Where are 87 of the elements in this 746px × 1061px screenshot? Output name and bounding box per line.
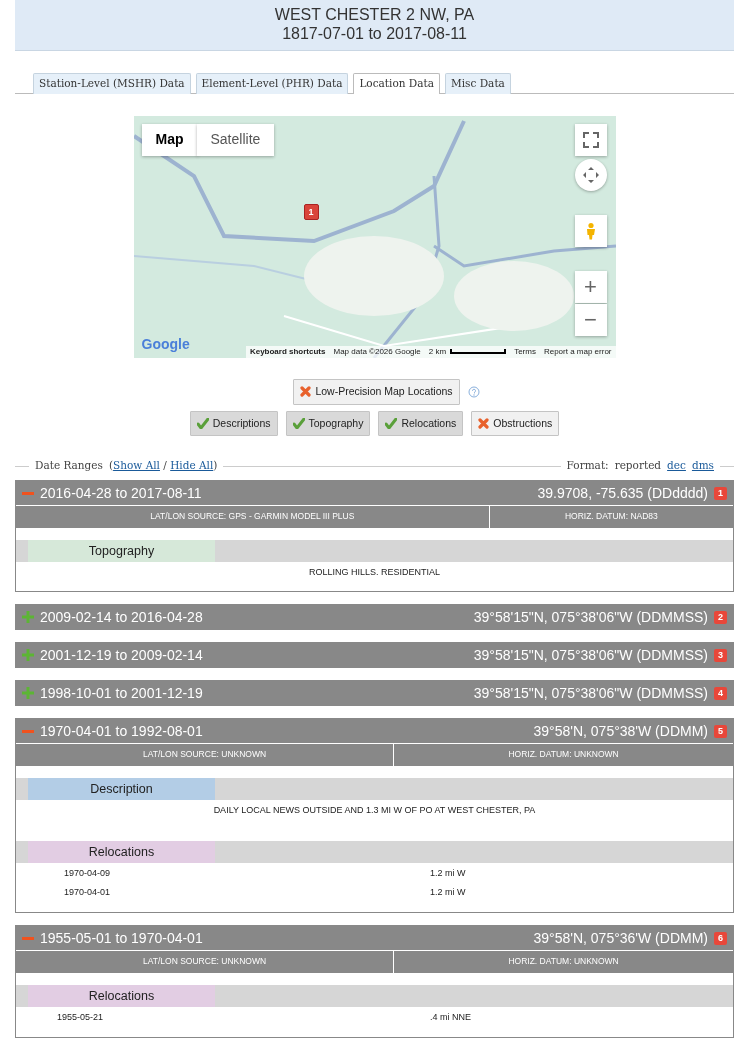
horizontal-datum: HORIZ. DATUM: UNKNOWN: [393, 743, 733, 766]
map-footer-link[interactable]: Report a map error: [543, 345, 612, 358]
date-range: 1998-10-01 to 2001-12-19: [40, 683, 203, 703]
map-marker[interactable]: 1: [303, 203, 319, 220]
map-placeholder[interactable]: Map Satellite 1 + − Google Keyboard shortcuts Map data ©2026 Google 2 km Terms Report a map error: [133, 115, 616, 358]
show-hide-links: (Show All / Hide All): [108, 458, 218, 474]
period-of-record: 1817-07-01 to 2017-08-11: [281, 24, 468, 43]
section-heading: Topography: [28, 539, 215, 562]
zoom-out-button[interactable]: −: [574, 303, 607, 336]
fullscreen-button[interactable]: [574, 123, 607, 156]
marker-badge: 1: [714, 486, 727, 500]
tab[interactable]: Element-Level (PHR) Data: [195, 73, 349, 94]
format-option[interactable]: reported: [614, 458, 662, 474]
date-range: 1970-04-01 to 1992-08-01: [40, 721, 203, 741]
plus-icon: [22, 687, 34, 699]
cross-icon: [300, 386, 312, 398]
relocation-distance: 1.2 mi W: [429, 867, 467, 880]
map-type-button[interactable]: Satellite: [196, 123, 275, 156]
plus-icon: [22, 611, 34, 623]
horizontal-datum: HORIZ. DATUM: NAD83: [489, 505, 733, 528]
marker-badge: 4: [714, 686, 727, 700]
filter-toggle[interactable]: Descriptions: [189, 410, 278, 437]
format-label: Format:: [566, 458, 609, 474]
cross-icon: [478, 417, 490, 429]
scale-bar: [450, 349, 507, 355]
range-header[interactable]: 2001-12-19 to 2009-02-14 39°58'15"N, 075°38'06"W (DDMMSS) 3: [16, 643, 733, 667]
check-icon: [292, 417, 305, 429]
range-header[interactable]: 1998-10-01 to 2001-12-19 39°58'15"N, 075°38'06"W (DDMMSS) 4: [16, 681, 733, 705]
date-ranges-label: Date Ranges: [35, 458, 103, 474]
map-footer-link[interactable]: Keyboard shortcuts: [249, 345, 326, 358]
coordinates: 39.9708, -75.635 (DDdddd): [537, 483, 708, 503]
tab[interactable]: Location Data: [353, 73, 440, 94]
coordinates: 39°58'N, 075°36'W (DDMM): [533, 928, 708, 948]
relocation-date: 1970-04-09: [63, 867, 112, 880]
map-logo: Google: [141, 334, 190, 354]
coordinates: 39°58'N, 075°38'W (DDMM): [533, 721, 708, 741]
date-range: 2016-04-28 to 2017-08-11: [40, 483, 202, 503]
marker-badge: 5: [714, 724, 727, 738]
format-link[interactable]: dms: [691, 458, 714, 474]
date-range: 1955-05-01 to 1970-04-01: [40, 928, 203, 948]
section-heading: Relocations: [28, 984, 215, 1007]
hide-all-link[interactable]: Hide All: [170, 459, 214, 472]
show-all-link[interactable]: Show All: [113, 459, 160, 472]
marker-badge: 6: [714, 931, 727, 945]
map-type-button[interactable]: Map: [141, 123, 198, 156]
latlon-source: LAT/LON SOURCE: GPS - GARMIN MODEL III PLUS: [16, 505, 490, 528]
pan-icon: [581, 165, 600, 184]
date-range: 2009-02-14 to 2016-04-28: [40, 607, 203, 627]
section-heading: Relocations: [28, 841, 215, 863]
range-header[interactable]: 2016-04-28 to 2017-08-11 39.9708, -75.635 (DDdddd) 1: [16, 481, 733, 505]
filter-toggle[interactable]: Low-Precision Map Locations: [293, 378, 460, 405]
filter-toggle[interactable]: Relocations: [378, 410, 464, 437]
relocation-distance: 1.2 mi W: [429, 886, 467, 899]
fullscreen-icon: [581, 130, 600, 149]
relocation-distance: .4 mi NNE: [429, 1010, 472, 1024]
range-header[interactable]: 1970-04-01 to 1992-08-01 39°58'N, 075°38'W (DDMM) 5: [16, 719, 733, 743]
marker-badge: 2: [714, 610, 727, 624]
section-text: DAILY LOCAL NEWS OUTSIDE AND 1.3 MI W OF PO AT WEST CHESTER, PA: [212, 803, 537, 817]
coordinates: 39°58'15"N, 075°38'06"W (DDMMSS): [473, 645, 708, 665]
check-icon: [385, 417, 398, 429]
tab[interactable]: Station-Level (MSHR) Data: [33, 73, 191, 94]
latlon-source: LAT/LON SOURCE: UNKNOWN: [16, 743, 394, 766]
plus-icon: [22, 649, 34, 661]
relocation-date: 1955-05-21: [56, 1010, 105, 1024]
section-heading: Description: [28, 777, 215, 800]
scale-label: 2 km: [428, 345, 447, 358]
map-footer-link[interactable]: Terms: [514, 345, 536, 358]
filter-toggle[interactable]: Obstructions: [471, 410, 560, 437]
format-link[interactable]: dec: [667, 458, 686, 474]
station-title: WEST CHESTER 2 NW, PA: [273, 5, 476, 24]
map-attribution: Map data ©2026 Google: [333, 345, 421, 358]
tab[interactable]: Misc Data: [445, 73, 511, 94]
coordinates: 39°58'15"N, 075°38'06"W (DDMMSS): [473, 683, 708, 703]
latlon-source: LAT/LON SOURCE: UNKNOWN: [16, 950, 394, 973]
horizontal-datum: HORIZ. DATUM: UNKNOWN: [393, 950, 733, 973]
filter-toggle[interactable]: Topography: [285, 410, 371, 437]
section-text: ROLLING HILLS. RESIDENTIAL: [307, 565, 441, 579]
marker-badge: 3: [714, 648, 727, 662]
relocation-date: 1970-04-01: [63, 886, 112, 899]
coordinates: 39°58'15"N, 075°38'06"W (DDMMSS): [473, 607, 708, 627]
range-header[interactable]: 2009-02-14 to 2016-04-28 39°58'15"N, 075°38'06"W (DDMMSS) 2: [16, 605, 733, 629]
help-icon: [467, 385, 480, 398]
pan-button[interactable]: [574, 158, 607, 191]
date-range: 2001-12-19 to 2009-02-14: [40, 645, 203, 665]
check-icon: [196, 417, 209, 429]
range-header[interactable]: 1955-05-01 to 1970-04-01 39°58'N, 075°36'W (DDMM) 6: [16, 926, 733, 950]
zoom-in-button[interactable]: +: [574, 270, 607, 303]
